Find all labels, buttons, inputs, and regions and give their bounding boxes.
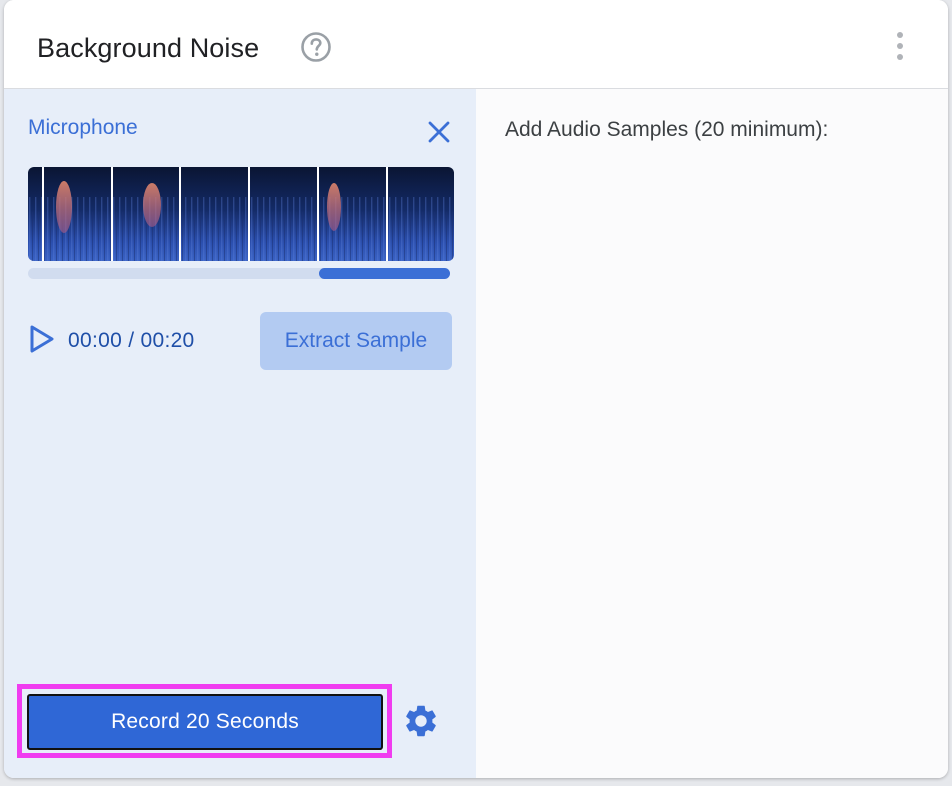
help-circle-icon[interactable] xyxy=(300,31,332,63)
microphone-label: Microphone xyxy=(28,116,138,139)
samples-label: Add Audio Samples (20 minimum): xyxy=(505,118,829,141)
playback-time: 00:00 / 00:20 xyxy=(68,329,195,353)
play-icon[interactable] xyxy=(28,324,56,354)
gear-icon[interactable] xyxy=(402,702,440,740)
close-icon[interactable] xyxy=(424,117,454,147)
samples-panel: Add Audio Samples (20 minimum): xyxy=(476,89,948,778)
background-noise-card: Background Noise Microphone 00:00 / 00:2… xyxy=(4,0,948,778)
recorder-panel: Microphone 00:00 / 00:20 Extract Sample … xyxy=(4,89,476,778)
card-title: Background Noise xyxy=(37,33,260,63)
spectrogram[interactable] xyxy=(28,167,454,261)
more-vertical-icon[interactable] xyxy=(890,30,910,62)
extract-sample-button[interactable]: Extract Sample xyxy=(260,312,452,370)
record-button[interactable]: Record 20 Seconds xyxy=(27,694,383,750)
spectrogram-scrollbar[interactable] xyxy=(28,268,450,279)
card-header: Background Noise xyxy=(4,0,948,89)
scrollbar-thumb[interactable] xyxy=(319,268,450,279)
time-separator: / xyxy=(128,329,135,352)
current-time: 00:00 xyxy=(68,329,123,352)
total-time: 00:20 xyxy=(140,329,195,352)
